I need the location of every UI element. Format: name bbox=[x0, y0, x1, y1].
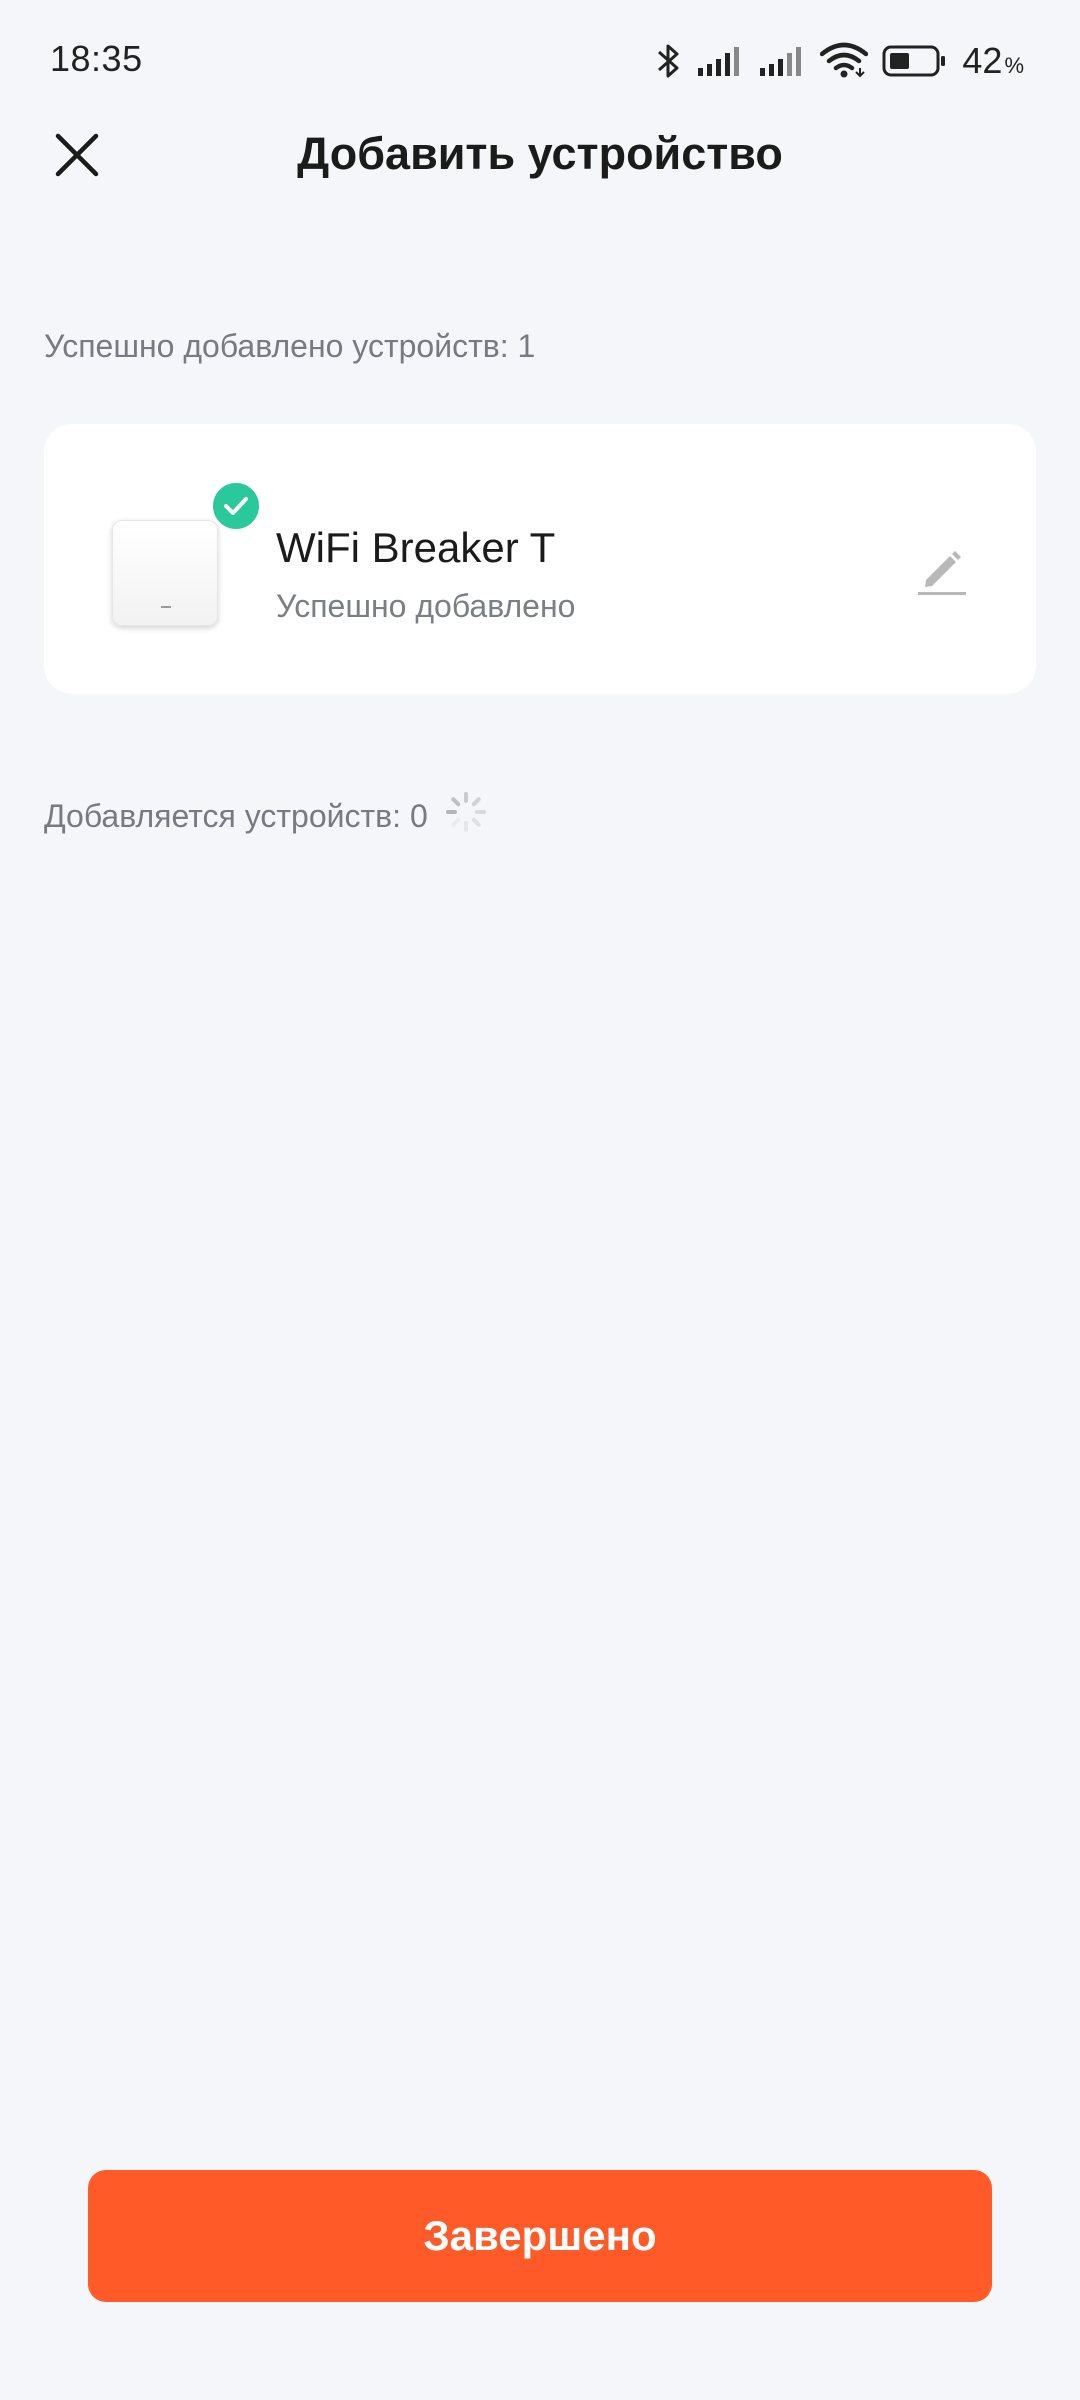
battery-value: 42 bbox=[962, 40, 1003, 81]
device-image bbox=[112, 520, 218, 626]
done-button[interactable]: Завершено bbox=[88, 2170, 992, 2302]
device-card[interactable]: WiFi Breaker T Успешно добавлено bbox=[44, 424, 1036, 694]
check-icon bbox=[210, 480, 262, 532]
wifi-icon bbox=[820, 42, 869, 80]
adding-devices-label: Добавляется устройств: 0 bbox=[44, 797, 428, 834]
add-device-screen: 18:35 42 % Добавить устройство Успешно д… bbox=[0, 0, 1080, 2400]
page-title: Добавить устройство bbox=[297, 128, 783, 179]
added-devices-label: Успешно добавлено устройств: 1 bbox=[44, 328, 536, 364]
signal-icon bbox=[758, 44, 806, 78]
signal-icon bbox=[696, 44, 744, 78]
adding-devices-row: Добавляется устройств: 0 bbox=[44, 790, 488, 842]
battery-icon bbox=[882, 44, 948, 78]
battery-level: 42% bbox=[962, 40, 1024, 82]
device-status: Успешно добавлено bbox=[276, 588, 576, 624]
edit-icon bbox=[912, 551, 972, 604]
battery-unit: % bbox=[1004, 53, 1024, 78]
device-name: WiFi Breaker T bbox=[276, 524, 556, 571]
status-time: 18:35 bbox=[50, 38, 143, 79]
status-icons: 42% bbox=[656, 38, 1024, 84]
edit-device-button[interactable] bbox=[912, 540, 972, 600]
status-bar: 18:35 42 % bbox=[0, 0, 1080, 120]
header: Добавить устройство bbox=[0, 120, 1080, 210]
spinner-icon bbox=[444, 790, 488, 842]
bluetooth-icon bbox=[656, 41, 682, 81]
